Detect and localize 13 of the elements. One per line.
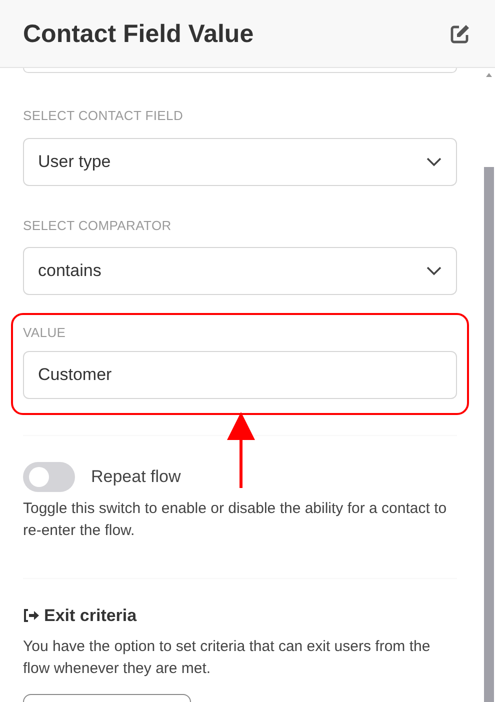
field-label: SELECT COMPARATOR bbox=[23, 216, 172, 234]
value-input[interactable]: Customer bbox=[23, 350, 457, 398]
toggle-label: Repeat flow bbox=[91, 466, 181, 488]
select-field[interactable]: User type bbox=[23, 138, 457, 186]
select-field[interactable]: contains bbox=[23, 247, 457, 295]
select-value: User type bbox=[38, 150, 111, 173]
section-description: You have the option to set criteria that can exit users from the flow whenever they are met. bbox=[23, 637, 432, 679]
section-title: Exit criteria bbox=[44, 604, 137, 626]
field-label: VALUE bbox=[23, 324, 67, 342]
toggle-description: Toggle this switch to enable or disable the ability for a contact to re-enter the flow. bbox=[23, 498, 448, 540]
select-value: contains bbox=[38, 260, 102, 282]
field-label: SELECT CONTACT FIELD bbox=[23, 107, 184, 125]
panel-title: Contact Field Value bbox=[23, 18, 254, 48]
